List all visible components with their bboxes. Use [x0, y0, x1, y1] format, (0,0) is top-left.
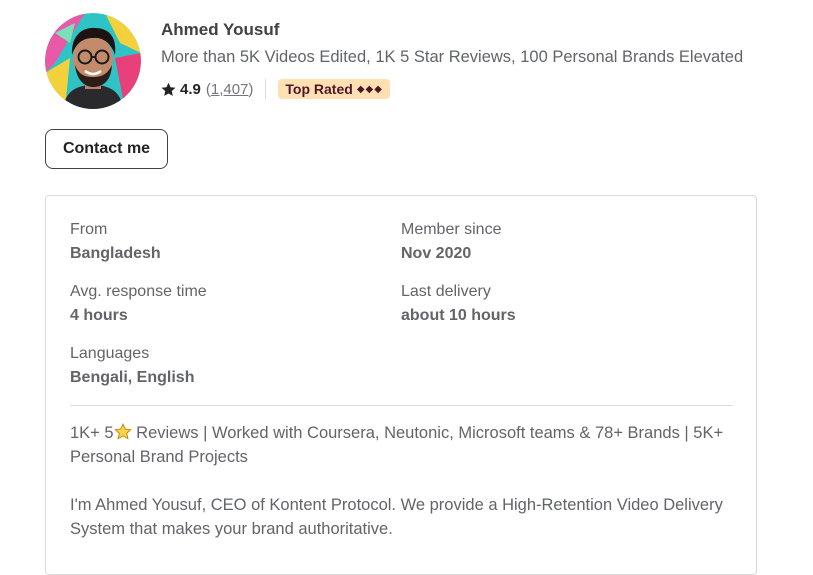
stat-value: Bengali, English [70, 369, 195, 386]
rating-divider [265, 79, 267, 99]
badge-diamonds-icon: ◆◆◆ [356, 83, 383, 95]
stat-value: Nov 2020 [401, 245, 472, 262]
star-emoji-icon [113, 423, 132, 440]
stat-label: Languages [70, 345, 150, 362]
stat-languages: Languages Bengali, English [70, 345, 194, 387]
rating-score: 4.9 [180, 80, 201, 98]
seller-tagline: More than 5K Videos Edited, 1K 5 Star Re… [161, 48, 744, 66]
contact-me-button[interactable]: Contact me [45, 129, 168, 169]
reviews-close-paren: ) [248, 80, 254, 98]
stat-member-since: Member since Nov 2020 [401, 221, 501, 263]
highlights-text-end: Reviews | Worked with Coursera, Neutonic… [70, 424, 724, 466]
stat-value: 4 hours [70, 307, 128, 324]
seller-name[interactable]: Ahmed Yousuf [161, 20, 279, 40]
reviews-link[interactable]: 1,407 [211, 81, 249, 98]
seller-info-card: From Bangladesh Member since Nov 2020 Av… [45, 195, 757, 575]
rating-row: 4.9 (1,407) Top Rated ◆◆◆ [161, 79, 390, 99]
avatar[interactable] [45, 13, 141, 109]
stat-label: Last delivery [401, 283, 491, 300]
stat-response-time: Avg. response time 4 hours [70, 283, 207, 325]
highlights-text-start: 1K+ 5 [70, 424, 114, 442]
stat-value: about 10 hours [401, 307, 516, 324]
stat-label: From [70, 221, 108, 238]
star-icon [161, 82, 176, 96]
seller-about: I'm Ahmed Yousuf, CEO of Kontent Protoco… [70, 496, 723, 538]
stat-label: Member since [401, 221, 502, 238]
badge-label: Top Rated [285, 81, 353, 97]
stat-from: From Bangladesh [70, 221, 161, 263]
stat-label: Avg. response time [70, 283, 207, 300]
stat-value: Bangladesh [70, 245, 161, 262]
stat-last-delivery: Last delivery about 10 hours [401, 283, 516, 325]
card-divider [70, 405, 733, 406]
avatar-image [45, 13, 141, 109]
reviews-count[interactable]: (1,407) [206, 81, 254, 98]
seller-highlights: 1K+ 5 Reviews | Worked with Coursera, Ne… [70, 421, 730, 469]
top-rated-badge: Top Rated ◆◆◆ [278, 79, 390, 99]
